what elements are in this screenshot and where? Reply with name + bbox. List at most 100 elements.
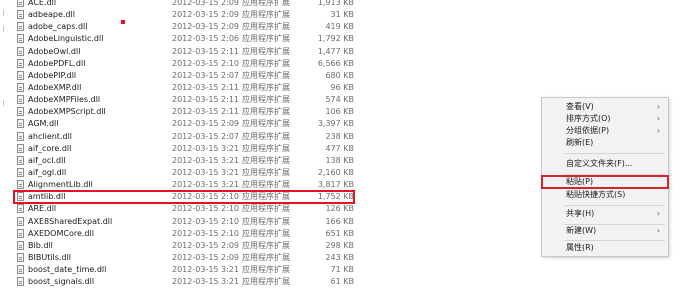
file-size: 2,160 KB xyxy=(317,167,354,177)
file-size: 166 KB xyxy=(325,216,354,226)
file-row[interactable]: adbeape.dll 2012-03-15 2:09 应用程序扩展 31 KB xyxy=(14,9,354,21)
file-row[interactable]: AdobeXMP.dll 2012-03-15 2:11 应用程序扩展 96 KB xyxy=(14,82,354,94)
file-date: 2012-03-15 2:11 xyxy=(172,82,239,92)
file-type: 应用程序扩展 xyxy=(242,0,290,7)
dll-file-icon xyxy=(17,22,24,32)
file-type: 应用程序扩展 xyxy=(242,228,290,238)
file-row[interactable]: AXEDOMCore.dll 2012-03-15 2:10 应用程序扩展 651 K… xyxy=(14,228,354,240)
file-type: 应用程序扩展 xyxy=(242,131,290,141)
dll-file-icon xyxy=(17,180,24,190)
dll-file-icon xyxy=(17,58,24,68)
navigation-pane-edge xyxy=(0,0,14,294)
file-type: 应用程序扩展 xyxy=(242,10,290,20)
dll-file-icon xyxy=(17,46,24,56)
dll-file-icon xyxy=(17,228,24,238)
file-type: 应用程序扩展 xyxy=(242,119,290,129)
file-name: ahclient.dll xyxy=(28,131,73,141)
file-row[interactable]: Bib.dll 2012-03-15 2:09 应用程序扩展 298 KB xyxy=(14,240,354,252)
file-name: aif_ocl.dll xyxy=(28,155,66,165)
file-row[interactable]: aif_core.dll 2012-03-15 3:21 应用程序扩展 477 KB xyxy=(14,143,354,155)
file-row[interactable]: aif_ocl.dll 2012-03-15 3:21 应用程序扩展 138 KB xyxy=(14,155,354,167)
file-date: 2012-03-15 2:11 xyxy=(172,46,239,56)
file-row[interactable]: AdobeXMPScript.dll 2012-03-15 2:11 应用程序扩展 1… xyxy=(14,106,354,118)
file-row[interactable]: BIBUtils.dll 2012-03-15 2:09 应用程序扩展 243 KB xyxy=(14,252,354,264)
file-name: boost_signals.dll xyxy=(28,277,95,287)
file-row[interactable]: AdobeOwl.dll 2012-03-15 2:11 应用程序扩展 1,477 K… xyxy=(14,46,354,58)
file-date: 2012-03-15 2:09 xyxy=(172,240,239,250)
file-type: 应用程序扩展 xyxy=(242,265,290,275)
menu-item-new[interactable]: 新建(W) › xyxy=(542,225,668,237)
dll-file-icon xyxy=(17,265,24,275)
file-row[interactable]: boost_signals.dll 2012-03-15 3:21 应用程序扩展 61… xyxy=(14,276,354,288)
menu-item-customize-folder[interactable]: 自定义文件夹(F)... xyxy=(542,158,668,170)
file-date: 2012-03-15 2:11 xyxy=(172,107,239,117)
file-date: 2012-03-15 2:09 xyxy=(172,10,239,20)
file-size: 651 KB xyxy=(325,228,354,238)
file-row[interactable]: ahclient.dll 2012-03-15 2:07 应用程序扩展 238 KB xyxy=(14,131,354,143)
file-size: 96 KB xyxy=(330,82,354,92)
file-type: 应用程序扩展 xyxy=(242,107,290,117)
file-date: 2012-03-15 2:10 xyxy=(172,216,239,226)
file-row[interactable]: ARE.dll 2012-03-15 2:10 应用程序扩展 126 KB xyxy=(14,203,354,215)
file-name: ARE.dll xyxy=(28,204,57,214)
nav-marker xyxy=(3,10,12,16)
file-row[interactable]: AdobeXMPFiles.dll 2012-03-15 2:11 应用程序扩展 57… xyxy=(14,94,354,106)
file-date: 2012-03-15 2:10 xyxy=(172,192,239,202)
dll-file-icon xyxy=(17,70,24,80)
file-type: 应用程序扩展 xyxy=(242,143,290,153)
menu-item-properties[interactable]: 属性(R) xyxy=(542,242,668,254)
file-type: 应用程序扩展 xyxy=(242,240,290,250)
file-name: aif_core.dll xyxy=(28,143,72,153)
file-row[interactable]: AdobePIP.dll 2012-03-15 2:07 应用程序扩展 680 KB xyxy=(14,70,354,82)
file-type: 应用程序扩展 xyxy=(242,46,290,56)
menu-item-group-by[interactable]: 分组依据(P) › xyxy=(542,125,668,137)
file-date: 2012-03-15 2:10 xyxy=(172,228,239,238)
file-row[interactable]: ACE.dll 2012-03-15 2:09 应用程序扩展 1,913 KB xyxy=(14,0,354,9)
file-row[interactable]: AdobePDFL.dll 2012-03-15 2:10 应用程序扩展 6,566 … xyxy=(14,58,354,70)
chevron-right-icon: › xyxy=(656,114,660,123)
file-type: 应用程序扩展 xyxy=(242,204,290,214)
file-name: AdobeOwl.dll xyxy=(28,46,81,56)
file-list: ACE.dll 2012-03-15 2:09 应用程序扩展 1,913 KB adbe… xyxy=(13,0,355,288)
file-row[interactable]: boost_date_time.dll 2012-03-15 3:21 应用程序扩展… xyxy=(14,264,354,276)
file-row[interactable]: AlignmentLib.dll 2012-03-15 3:21 应用程序扩展 3,8… xyxy=(14,179,354,191)
file-row[interactable]: aif_ogl.dll 2012-03-15 3:21 应用程序扩展 2,160 KB xyxy=(14,167,354,179)
file-size: 1,792 KB xyxy=(317,34,354,44)
file-size: 138 KB xyxy=(325,155,354,165)
context-menu: 查看(V) › 排序方式(O) › 分组依据(P) › 刷新(E) 自定义文件夹… xyxy=(541,97,669,257)
dll-file-icon xyxy=(17,0,24,7)
menu-item-refresh[interactable]: 刷新(E) xyxy=(542,137,668,149)
file-size: 31 KB xyxy=(330,10,354,20)
file-size: 238 KB xyxy=(325,131,354,141)
file-type: 应用程序扩展 xyxy=(242,155,290,165)
menu-item-share[interactable]: 共享(H) › xyxy=(542,208,668,220)
file-type: 应用程序扩展 xyxy=(242,70,290,80)
dll-file-icon xyxy=(17,10,24,20)
file-size: 298 KB xyxy=(325,240,354,250)
file-name: AXEDOMCore.dll xyxy=(28,228,94,238)
file-date: 2012-03-15 2:09 xyxy=(172,0,239,7)
file-size: 680 KB xyxy=(325,70,354,80)
file-row[interactable]: amtlib.dll 2012-03-15 2:10 应用程序扩展 1,752 KB xyxy=(13,190,355,205)
file-row[interactable]: adobe_caps.dll 2012-03-15 2:09 应用程序扩展 419 K… xyxy=(14,21,354,33)
dll-file-icon xyxy=(17,252,24,262)
menu-item-paste[interactable]: 粘贴(P) xyxy=(541,175,669,189)
menu-item-view[interactable]: 查看(V) › xyxy=(542,101,668,113)
file-date: 2012-03-15 3:21 xyxy=(172,277,239,287)
file-row[interactable]: AdobeLinguistic.dll 2012-03-15 2:06 应用程序扩展… xyxy=(14,33,354,45)
file-size: 243 KB xyxy=(325,252,354,262)
file-size: 574 KB xyxy=(325,95,354,105)
file-date: 2012-03-15 2:06 xyxy=(172,34,239,44)
nav-marker xyxy=(3,26,12,32)
file-date: 2012-03-15 3:21 xyxy=(172,180,239,190)
dll-file-icon xyxy=(17,82,24,92)
file-row[interactable]: AXE8SharedExpat.dll 2012-03-15 2:10 应用程序扩展… xyxy=(14,216,354,228)
menu-item-paste-shortcut[interactable]: 粘贴快捷方式(S) xyxy=(542,189,668,201)
file-row[interactable]: AGM.dll 2012-03-15 2:09 应用程序扩展 3,397 KB xyxy=(14,118,354,130)
menu-item-sort-by[interactable]: 排序方式(O) › xyxy=(542,113,668,125)
file-date: 2012-03-15 2:07 xyxy=(172,70,239,80)
dll-file-icon xyxy=(17,192,24,202)
file-date: 2012-03-15 3:21 xyxy=(172,143,239,153)
file-name: AXE8SharedExpat.dll xyxy=(28,216,113,226)
dll-file-icon xyxy=(17,119,24,129)
